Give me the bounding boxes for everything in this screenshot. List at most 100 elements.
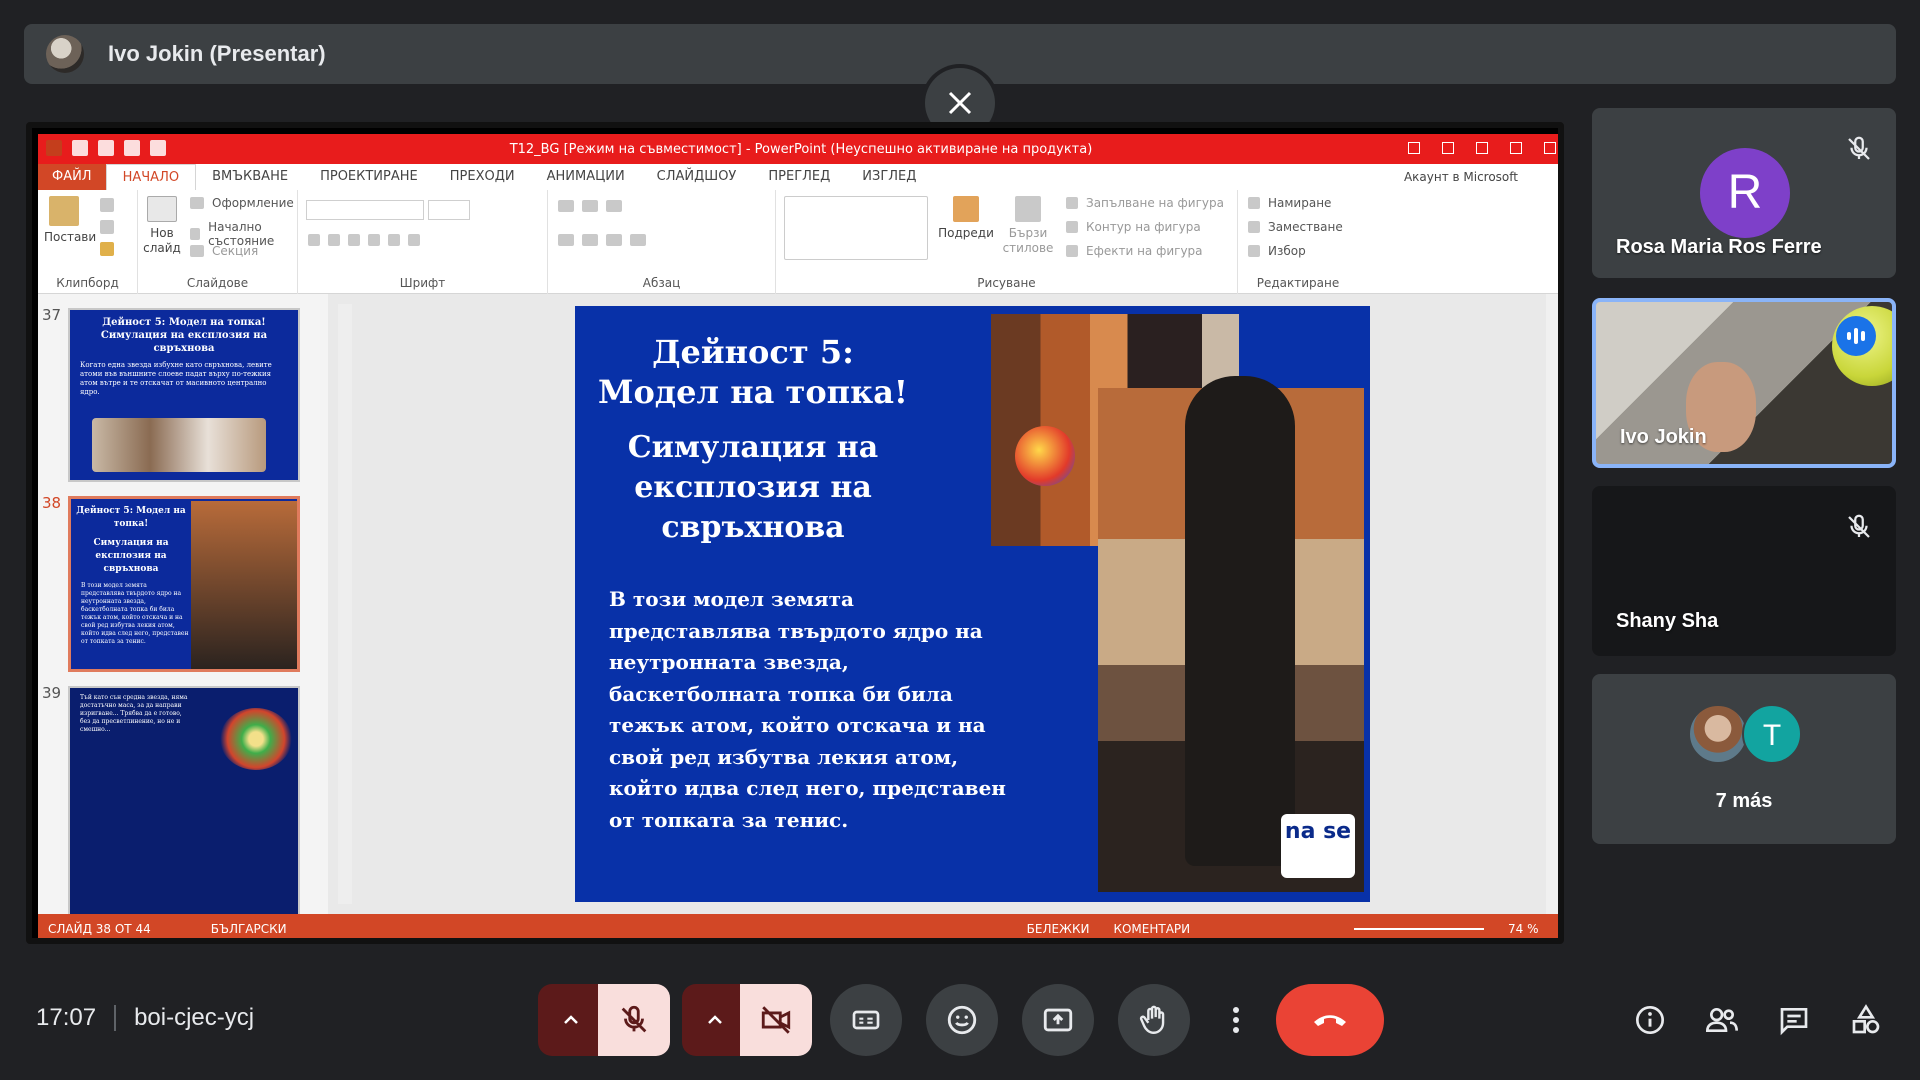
- reactions-button[interactable]: [926, 984, 998, 1056]
- tab-home[interactable]: НАЧАЛО: [105, 164, 197, 190]
- tab-slideshow[interactable]: СЛАЙДШОУ: [641, 164, 753, 190]
- quick-styles-button[interactable]: Бързи стилове: [998, 196, 1058, 256]
- more-options-button[interactable]: [1206, 984, 1266, 1056]
- meeting-info: 17:07 boi-cjec-ycj: [36, 1004, 254, 1032]
- notes-button[interactable]: БЕЛЕЖКИ: [1027, 922, 1090, 936]
- participant-tile[interactable]: R Rosa Maria Ros Ferre: [1592, 108, 1896, 278]
- presenter-avatar: [46, 35, 84, 73]
- tab-view[interactable]: ИЗГЛЕД: [846, 164, 932, 190]
- speaking-indicator-icon: [1836, 316, 1876, 356]
- shape-effects-label: Ефекти на фигура: [1086, 244, 1203, 258]
- undo-icon[interactable]: [98, 140, 114, 156]
- font-format-row: [308, 234, 420, 246]
- align-center-icon[interactable]: [582, 234, 598, 246]
- tab-transitions[interactable]: ПРЕХОДИ: [434, 164, 531, 190]
- paste-button[interactable]: Постави: [44, 196, 96, 245]
- shape-fill-button[interactable]: Запълване на фигура: [1066, 196, 1224, 210]
- tab-insert[interactable]: ВМЪКВАНЕ: [196, 164, 304, 190]
- tab-design[interactable]: ПРОЕКТИРАНЕ: [304, 164, 434, 190]
- font-color-icon[interactable]: [408, 234, 420, 246]
- ribbon-options-icon[interactable]: [1442, 142, 1454, 154]
- ribbon-group-drawing: Подреди Бързи стилове Запълване на фигур…: [776, 190, 1238, 294]
- thumbnail-number: 39: [42, 684, 62, 702]
- shapes-gallery[interactable]: [784, 196, 928, 260]
- comments-button[interactable]: КОМЕНТАРИ: [1113, 922, 1190, 936]
- thumbnail-photo-strip: [92, 418, 266, 472]
- section-button[interactable]: Секция: [190, 244, 258, 258]
- shape-effects-icon: [1066, 245, 1078, 257]
- select-button[interactable]: Избор: [1248, 244, 1306, 258]
- shadow-icon[interactable]: [368, 234, 380, 246]
- leave-call-button[interactable]: [1276, 984, 1384, 1056]
- underline-icon[interactable]: [348, 234, 360, 246]
- indent-icon[interactable]: [606, 200, 622, 212]
- ppt-titlebar: T12_BG [Режим на съвместимост] - PowerPo…: [38, 134, 1558, 164]
- help-icon[interactable]: [1408, 142, 1420, 154]
- audio-options-button[interactable]: [538, 984, 604, 1056]
- people-button[interactable]: [1702, 1000, 1742, 1040]
- zoom-slider[interactable]: [1354, 928, 1484, 930]
- minimize-icon[interactable]: [1476, 142, 1488, 154]
- window-close-icon[interactable]: [1544, 142, 1556, 154]
- zoom-level[interactable]: 74 %: [1508, 922, 1539, 936]
- reset-icon: [190, 228, 201, 240]
- chat-button[interactable]: [1774, 1000, 1814, 1040]
- raise-hand-button[interactable]: [1118, 984, 1190, 1056]
- slide-scrollbar[interactable]: [1546, 294, 1558, 914]
- font-name-field[interactable]: [306, 200, 424, 220]
- microsoft-account[interactable]: Акаунт в Microsoft: [1404, 170, 1518, 184]
- save-icon[interactable]: [72, 140, 88, 156]
- ribbon: Постави Клипборд Нов слайд Оформление На…: [38, 190, 1558, 294]
- numbering-icon[interactable]: [582, 200, 598, 212]
- mic-toggle-button[interactable]: [598, 984, 670, 1056]
- thumbnail-number: 38: [42, 494, 62, 512]
- replace-button[interactable]: Заместване: [1248, 220, 1343, 234]
- slide-thumbnail-selected[interactable]: Дейност 5: Модел на топка! Симулация на …: [68, 496, 300, 672]
- tab-file[interactable]: ФАЙЛ: [38, 164, 106, 190]
- copy-icon[interactable]: [100, 220, 114, 234]
- present-screen-icon: [1043, 1008, 1073, 1032]
- align-left-icon[interactable]: [558, 234, 574, 246]
- new-slide-button[interactable]: Нов слайд: [142, 196, 182, 256]
- current-slide[interactable]: Дейност 5: Модел на топка! Симулация на …: [575, 306, 1370, 902]
- arrange-button[interactable]: Подреди: [936, 196, 996, 241]
- shape-effects-button[interactable]: Ефекти на фигура: [1066, 244, 1203, 258]
- participant-tile-active-speaker[interactable]: Ivo Jokin: [1592, 298, 1896, 468]
- strikethrough-icon[interactable]: [388, 234, 400, 246]
- redo-icon[interactable]: [124, 140, 140, 156]
- camera-toggle-button[interactable]: [740, 984, 812, 1056]
- hand-icon: [1139, 1005, 1165, 1034]
- slide-thumbnails-pane[interactable]: 37 Дейност 5: Модел на топка! Симулация …: [38, 294, 328, 914]
- maximize-icon[interactable]: [1510, 142, 1522, 154]
- participant-tile[interactable]: Shany Sha: [1592, 486, 1896, 656]
- slide-thumbnail[interactable]: Дейност 5: Модел на топка! Симулация на …: [68, 308, 300, 482]
- shape-outline-button[interactable]: Контур на фигура: [1066, 220, 1201, 234]
- slide-thumbnail[interactable]: Тъй като сън средна звезда, няма достатъ…: [68, 686, 300, 914]
- layout-button[interactable]: Оформление: [190, 196, 294, 210]
- align-right-icon[interactable]: [606, 234, 622, 246]
- format-painter-icon[interactable]: [100, 242, 114, 256]
- find-button[interactable]: Намиране: [1248, 196, 1331, 210]
- activities-button[interactable]: [1846, 1000, 1886, 1040]
- video-options-button[interactable]: [682, 984, 748, 1056]
- more-participants-tile[interactable]: T 7 más: [1592, 674, 1896, 844]
- justify-icon[interactable]: [630, 234, 646, 246]
- layout-icon: [190, 197, 204, 209]
- meeting-details-button[interactable]: [1630, 1000, 1670, 1040]
- present-screen-button[interactable]: [1022, 984, 1094, 1056]
- bold-icon[interactable]: [308, 234, 320, 246]
- italic-icon[interactable]: [328, 234, 340, 246]
- chat-icon: [1780, 1008, 1808, 1036]
- slide-subtitle: Симулация на експлозия на свръхнова: [627, 430, 879, 545]
- thumbnails-scrollbar[interactable]: [338, 304, 352, 904]
- cut-icon[interactable]: [100, 198, 114, 212]
- tab-animations[interactable]: АНИМАЦИИ: [531, 164, 641, 190]
- font-size-field[interactable]: [428, 200, 470, 220]
- bullets-icon[interactable]: [558, 200, 574, 212]
- start-slideshow-icon[interactable]: [150, 140, 166, 156]
- captions-button[interactable]: [830, 984, 902, 1056]
- list-buttons: [558, 200, 622, 212]
- tab-review[interactable]: ПРЕГЛЕД: [752, 164, 846, 190]
- language-indicator[interactable]: БЪЛГАРСКИ: [211, 922, 287, 936]
- clipboard-group-label: Клипборд: [56, 276, 119, 290]
